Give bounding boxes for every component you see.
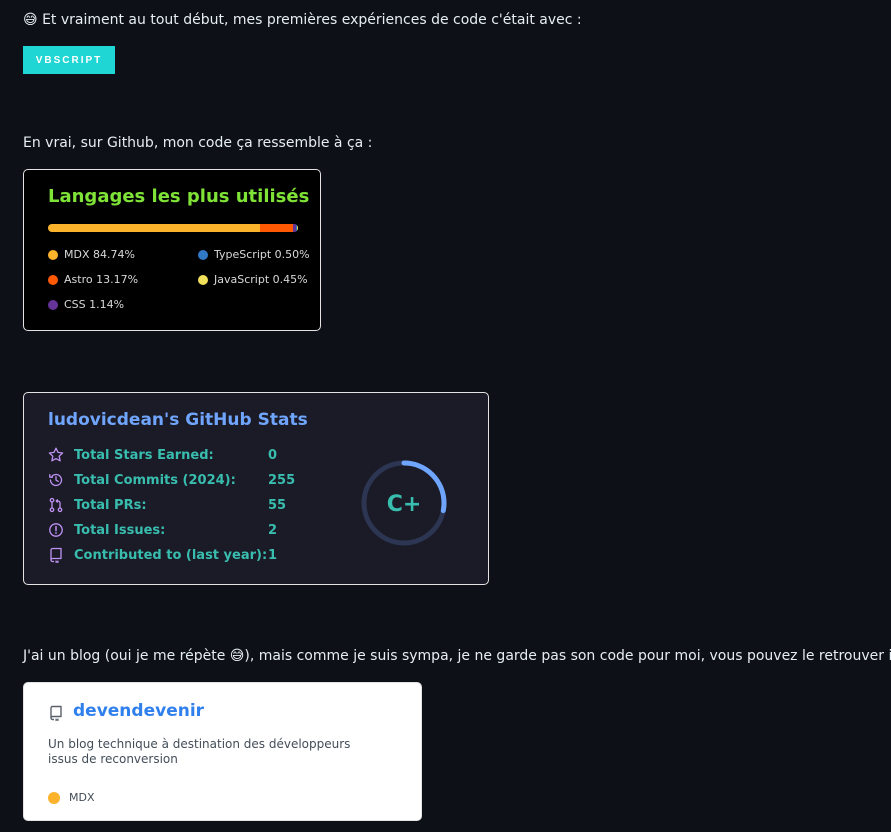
rank-ring: C+ [361,460,447,546]
intro-text: 😅 Et vraiment au tout début, mes premièr… [23,10,582,30]
stat-label: Total PRs: [74,497,147,513]
stat-value: 1 [268,547,278,563]
vbscript-badge[interactable]: VBSCRIPT [23,46,115,74]
stat-label: Total Issues: [74,522,166,538]
repo-card-devendevenir[interactable]: devendevenir Un blog technique à destina… [23,682,422,821]
blog-intro-after: ), mais comme je suis sympa, je ne garde… [244,648,891,664]
languages-title: Langages les plus utilisés [48,186,310,207]
language-label: CSS 1.14% [64,298,125,311]
language-bar-segment-mdx [48,224,260,232]
repo-language: MDX [48,791,95,804]
stat-value: 255 [268,472,296,488]
stat-row-prs: Total PRs: 55 [48,496,286,514]
language-label: TypeScript 0.50% [214,248,310,261]
language-bar-segment-javascript [296,224,298,232]
repo-description: Un blog technique à destination des déve… [48,737,351,766]
language-dot-icon [48,274,58,285]
stat-value: 55 [268,497,287,513]
language-dot-icon [48,299,58,310]
language-label: MDX 84.74% [64,248,135,261]
language-item-typescript: TypeScript 0.50% [198,248,310,261]
language-dot-icon [198,274,208,285]
sweat-smile-emoji: 😅 [23,12,38,28]
stats-title: ludovicdean's GitHub Stats [48,410,308,430]
stat-row-issues: Total Issues: 2 [48,521,277,539]
stat-label: Total Stars Earned: [74,447,214,463]
stat-value: 2 [268,522,278,538]
language-dot-icon [48,791,60,804]
github-intro-text: En vrai, sur Github, mon code ça ressemb… [23,135,373,151]
language-item-mdx: MDX 84.74% [48,248,135,261]
stat-row-contributed: Contributed to (last year): 1 [48,546,277,564]
blog-intro-text: J'ai un blog (oui je me répète 😅), mais … [23,646,891,666]
stat-row-stars: Total Stars Earned: 0 [48,446,277,464]
repo-language-label: MDX [69,791,95,804]
star-icon [48,447,64,462]
stat-label: Total Commits (2024): [74,472,236,488]
blog-intro-before: J'ai un blog (oui je me répète [23,648,230,664]
pull-request-icon [49,497,63,513]
language-item-css: CSS 1.14% [48,298,124,311]
top-languages-card[interactable]: Langages les plus utilisés MDX 84.74% As… [23,169,321,331]
sweat-smile-emoji: 😅 [229,648,245,664]
language-bar-segment-astro [259,224,293,232]
repo-name-link[interactable]: devendevenir [73,701,204,721]
language-dot-icon [198,249,208,260]
language-label: JavaScript 0.45% [214,273,308,286]
intro-sentence: Et vraiment au tout début, mes premières… [42,12,582,28]
history-icon [49,473,63,487]
language-item-javascript: JavaScript 0.45% [198,273,308,286]
languages-progress-bar [48,224,298,232]
language-label: Astro 13.17% [64,273,139,286]
stat-row-commits: Total Commits (2024): 255 [48,471,295,489]
repo-icon [50,705,62,721]
stat-value: 0 [268,447,278,463]
stat-label: Contributed to (last year): [74,547,268,563]
issue-icon [49,523,63,537]
language-dot-icon [48,249,58,260]
repo-icon [50,547,62,563]
rank-grade: C+ [387,492,422,517]
language-item-astro: Astro 13.17% [48,273,138,286]
github-stats-card[interactable]: ludovicdean's GitHub Stats Total Stars E… [23,392,489,585]
